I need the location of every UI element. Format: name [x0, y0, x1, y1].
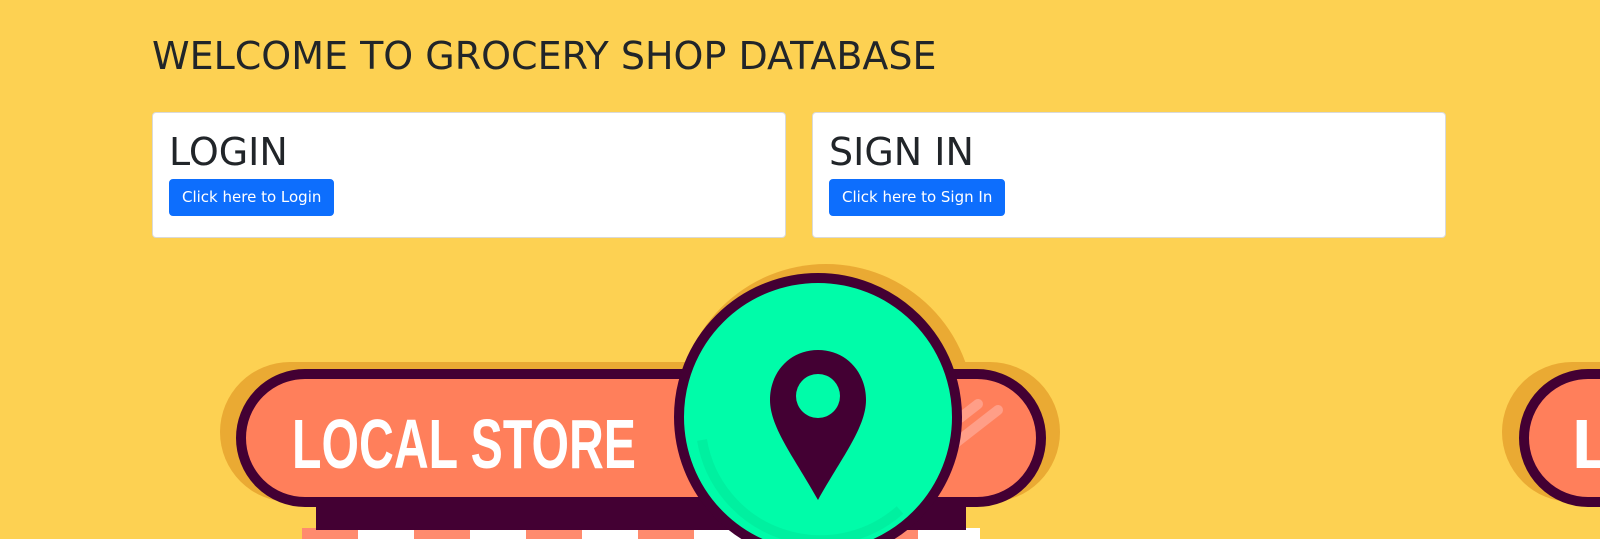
partial-sign-text: L	[1572, 405, 1600, 483]
sign-text: LOCAL STORE	[292, 405, 636, 483]
signin-card: SIGN IN Click here to Sign In	[812, 112, 1446, 238]
signin-button[interactable]: Click here to Sign In	[829, 179, 1006, 216]
page-title: WELCOME TO GROCERY SHOP DATABASE	[152, 34, 937, 78]
login-card: LOGIN Click here to Login	[152, 112, 786, 238]
signin-card-title: SIGN IN	[829, 130, 974, 174]
store-background-illustration: LOCAL STORE L	[0, 0, 1600, 539]
login-button[interactable]: Click here to Login	[169, 179, 335, 216]
login-card-title: LOGIN	[169, 130, 288, 174]
